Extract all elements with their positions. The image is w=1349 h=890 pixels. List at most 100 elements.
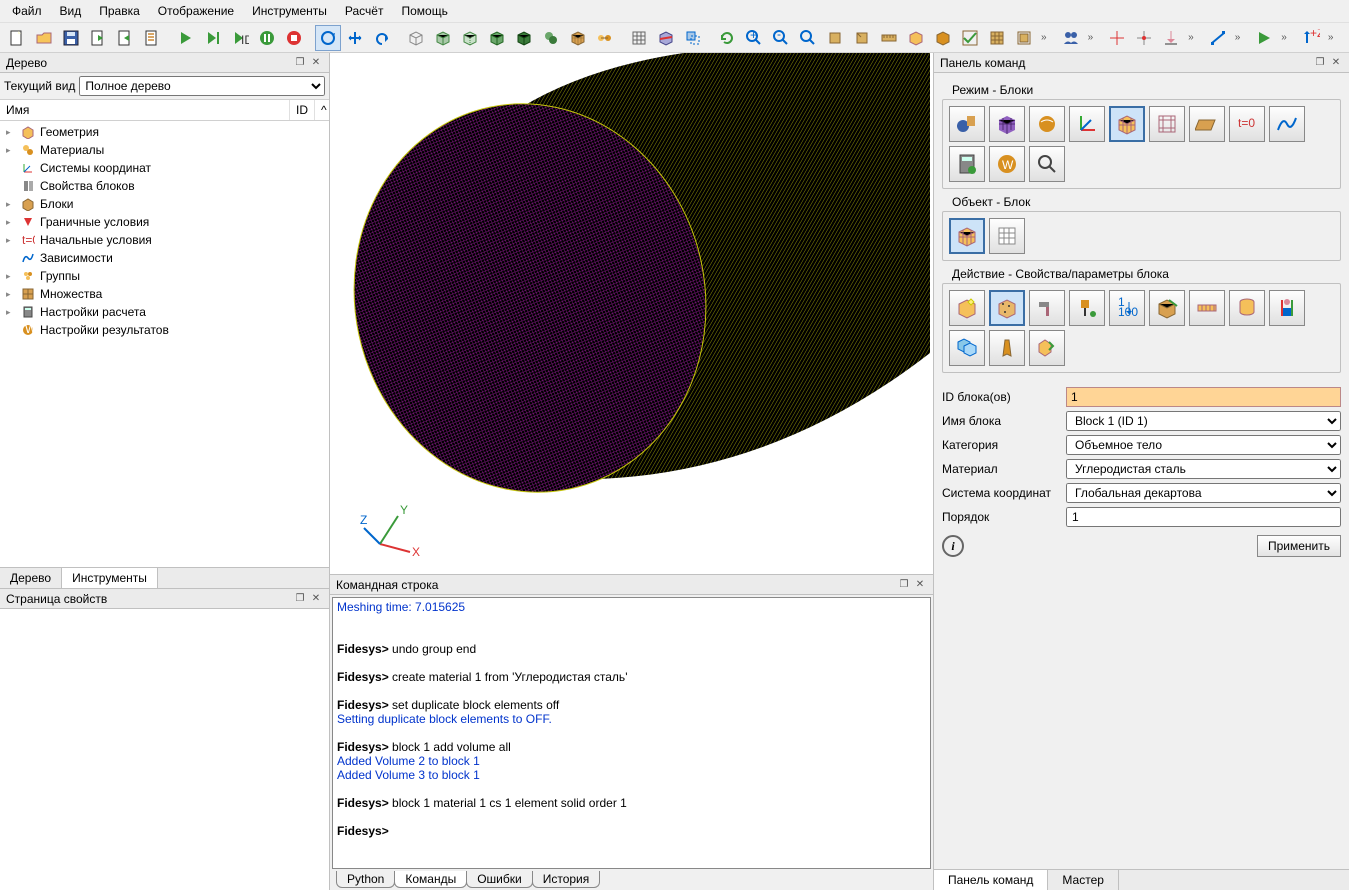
action-mesh-icon[interactable]	[1149, 290, 1185, 326]
tree-item-sets[interactable]: ▸Множества	[0, 285, 329, 303]
tree-view-select[interactable]: Полное дерево	[79, 76, 325, 96]
block-mat-select[interactable]: Углеродистая сталь	[1066, 459, 1341, 479]
dark-box-icon[interactable]	[511, 25, 537, 51]
mode-bc-icon[interactable]	[1149, 106, 1185, 142]
tree-item-materials[interactable]: ▸Материалы	[0, 141, 329, 159]
mode-search-icon[interactable]	[1029, 146, 1065, 182]
tree-item-bc[interactable]: ▸Граничные условия	[0, 213, 329, 231]
play-id-icon[interactable]: ID	[227, 25, 253, 51]
toolbar-more-6[interactable]: »	[1325, 32, 1337, 43]
view-front-icon[interactable]	[822, 25, 848, 51]
action-flat-icon[interactable]	[1189, 290, 1225, 326]
mesh-4-icon[interactable]	[1011, 25, 1037, 51]
tree-item-ic[interactable]: ▸t=0Начальные условия	[0, 231, 329, 249]
close-icon[interactable]: ✕	[309, 592, 323, 606]
pick-down-icon[interactable]	[1158, 25, 1184, 51]
menu-calc[interactable]: Расчёт	[337, 2, 392, 20]
rotate-mode-icon[interactable]	[315, 25, 341, 51]
mode-dep-icon[interactable]	[1269, 106, 1305, 142]
new-icon[interactable]	[4, 25, 30, 51]
cmd-tab-errors[interactable]: Ошибки	[466, 871, 533, 888]
open-icon[interactable]	[31, 25, 57, 51]
tree-item-results[interactable]: WНастройки результатов	[0, 321, 329, 339]
mode-blocks-icon[interactable]	[1109, 106, 1145, 142]
export-icon[interactable]	[85, 25, 111, 51]
action-contact-icon[interactable]	[1029, 330, 1065, 366]
float-icon[interactable]: ❐	[897, 578, 911, 592]
zoom-out-icon[interactable]: -	[768, 25, 794, 51]
import-icon[interactable]	[112, 25, 138, 51]
node-icon[interactable]	[592, 25, 618, 51]
action-props-icon[interactable]	[989, 290, 1025, 326]
action-person-icon[interactable]	[1269, 290, 1305, 326]
float-icon[interactable]: ❐	[293, 592, 307, 606]
toolbar-more-4[interactable]: »	[1232, 32, 1244, 43]
cmd-tab-history[interactable]: История	[532, 871, 601, 888]
info-icon[interactable]: i	[942, 535, 964, 557]
tab-commands-panel[interactable]: Панель команд	[934, 870, 1048, 890]
viewport-3d[interactable]: X Y Z	[330, 53, 933, 574]
pick-point-icon[interactable]	[1131, 25, 1157, 51]
float-icon[interactable]: ❐	[293, 56, 307, 70]
mesh-box-icon[interactable]	[565, 25, 591, 51]
command-output[interactable]: Meshing time: 7.015625 Fidesys> undo gro…	[332, 597, 931, 869]
check-icon[interactable]	[957, 25, 983, 51]
mode-material-icon[interactable]	[1029, 106, 1065, 142]
object-block-icon[interactable]	[949, 218, 985, 254]
tree-item-geometry[interactable]: ▸Геометрия	[0, 123, 329, 141]
float-icon[interactable]: ❐	[1313, 56, 1327, 70]
action-paint-icon[interactable]	[1069, 290, 1105, 326]
clip-icon[interactable]	[653, 25, 679, 51]
trans-box-icon[interactable]	[457, 25, 483, 51]
refresh-icon[interactable]	[714, 25, 740, 51]
toolbar-more-3[interactable]: »	[1185, 32, 1197, 43]
view-side-icon[interactable]	[849, 25, 875, 51]
journal-icon[interactable]	[139, 25, 165, 51]
mesh-1-icon[interactable]	[903, 25, 929, 51]
action-cylinder-icon[interactable]	[1229, 290, 1265, 326]
mode-mesh-icon[interactable]	[989, 106, 1025, 142]
block-name-select[interactable]: Block 1 (ID 1)	[1066, 411, 1341, 431]
tree-item-blockprops[interactable]: Свойства блоков	[0, 177, 329, 195]
solid-box-icon[interactable]	[430, 25, 456, 51]
block-id-input[interactable]	[1066, 387, 1341, 407]
grid-icon[interactable]	[626, 25, 652, 51]
apply-button[interactable]: Применить	[1257, 535, 1341, 557]
menu-tools[interactable]: Инструменты	[244, 2, 335, 20]
sphere-icon[interactable]	[538, 25, 564, 51]
tree-item-blocks[interactable]: ▸Блоки	[0, 195, 329, 213]
mesh-3-icon[interactable]	[984, 25, 1010, 51]
toolbar-more-5[interactable]: »	[1278, 32, 1290, 43]
tree-item-cs[interactable]: Системы координат	[0, 159, 329, 177]
people-icon[interactable]	[1058, 25, 1084, 51]
measure-icon[interactable]	[876, 25, 902, 51]
action-hammer-icon[interactable]	[1029, 290, 1065, 326]
block-cat-select[interactable]: Объемное тело	[1066, 435, 1341, 455]
toolbar-more-1[interactable]: »	[1038, 32, 1050, 43]
run-icon[interactable]	[1251, 25, 1277, 51]
zoom-in-icon[interactable]: +	[741, 25, 767, 51]
play-icon[interactable]	[173, 25, 199, 51]
mode-geometry-icon[interactable]	[949, 106, 985, 142]
pan-mode-icon[interactable]	[342, 25, 368, 51]
tab-tools[interactable]: Инструменты	[62, 568, 158, 588]
menu-display[interactable]: Отображение	[150, 2, 242, 20]
block-order-input[interactable]	[1066, 507, 1341, 527]
close-icon[interactable]: ✕	[1329, 56, 1343, 70]
iso-box-icon[interactable]	[484, 25, 510, 51]
mesh-2-icon[interactable]	[930, 25, 956, 51]
action-create-icon[interactable]	[949, 290, 985, 326]
mode-cs-icon[interactable]	[1069, 106, 1105, 142]
mode-res-icon[interactable]: W	[989, 146, 1025, 182]
action-boxes-icon[interactable]	[949, 330, 985, 366]
cmd-tab-commands[interactable]: Команды	[394, 871, 467, 888]
tab-tree[interactable]: Дерево	[0, 568, 62, 588]
mode-calc-icon[interactable]	[949, 146, 985, 182]
zoom-fit-icon[interactable]	[795, 25, 821, 51]
save-icon[interactable]	[58, 25, 84, 51]
line-icon[interactable]	[1205, 25, 1231, 51]
menu-edit[interactable]: Правка	[91, 2, 148, 20]
close-icon[interactable]: ✕	[309, 56, 323, 70]
action-renumber-icon[interactable]: 1100	[1109, 290, 1145, 326]
tree-item-calc[interactable]: ▸Настройки расчета	[0, 303, 329, 321]
